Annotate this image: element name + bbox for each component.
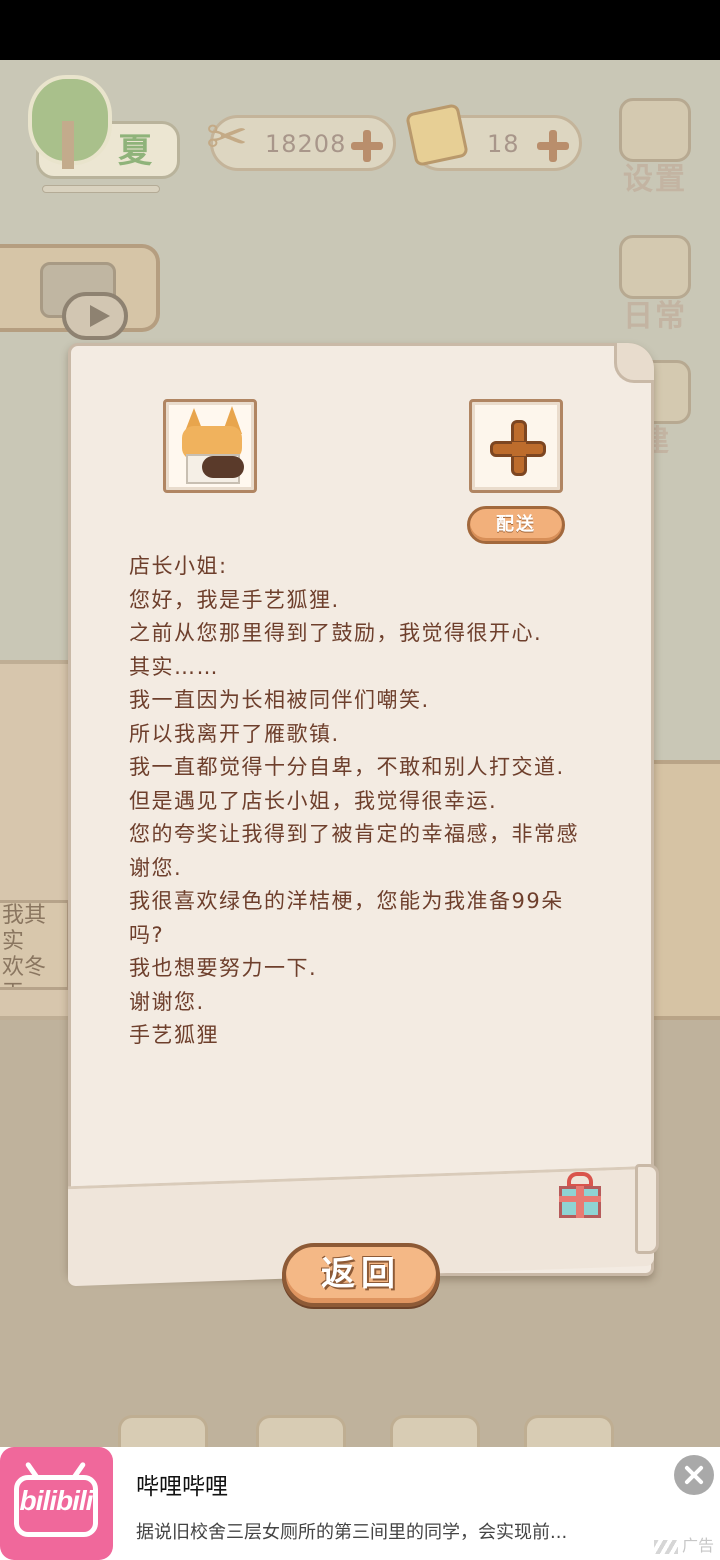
letter-line: 谢谢您. (129, 989, 205, 1014)
letter-line: 吗? (129, 922, 165, 947)
letter-line: 其实…… (129, 654, 219, 679)
gift-icon[interactable] (555, 1172, 605, 1220)
letter-line: 我很喜欢绿色的洋桔梗，您能为我准备99朵 (129, 889, 564, 913)
gear-icon (619, 98, 691, 162)
fish-count: 18208 (265, 130, 347, 158)
bottom-icon-2[interactable] (256, 1415, 346, 1447)
notepad-icon (619, 235, 691, 299)
ad-banner[interactable]: bilibili 哔哩哔哩 据说旧校舍三层女厕所的第三间里的同学，会实现前...… (0, 1447, 720, 1560)
bilibili-logo[interactable]: bilibili (0, 1447, 113, 1560)
background-sign: 我其实 欢冬天 冷了 (0, 900, 70, 990)
back-button[interactable]: 返回 (282, 1243, 440, 1307)
letter-line: 我一直因为长相被同伴们嘲笑. (129, 688, 430, 712)
bottom-icon-3[interactable] (390, 1415, 480, 1447)
settings-button[interactable]: 设置 (614, 98, 696, 197)
logo-text: bilibili (19, 1485, 94, 1516)
daily-button[interactable]: 日常 (614, 235, 696, 334)
add-item-slot[interactable] (469, 399, 563, 493)
ad-label: 广告 (681, 1536, 714, 1555)
letter-line: 我也想要努力一下. (129, 956, 318, 980)
letter-line: 店长小姐: (129, 554, 228, 578)
letter-dialog: 配送 店长小姐: 您好，我是手艺狐狸. 之前从您那里得到了鼓励，我觉得很开心. … (68, 343, 659, 1287)
ad-watermark (654, 1540, 678, 1554)
letter-line: 您好，我是手艺狐狸. (129, 587, 340, 612)
fish-bone-icon: ✂ (206, 108, 248, 166)
letter-line: 所以我离开了雁歌镇. (129, 721, 340, 746)
daily-label: 日常 (623, 299, 687, 334)
settings-label: 设置 (623, 162, 687, 197)
letter-line: 您的夸奖让我得到了被肯定的幸福感，非常感 (129, 822, 579, 846)
letter-line: 之前从您那里得到了鼓励，我觉得很开心. (129, 621, 543, 645)
letter-line: 谢您. (129, 855, 183, 880)
gift-ribbon-vertical (576, 1186, 584, 1218)
letter-right-curl (635, 1164, 659, 1254)
fox-avatar (163, 399, 257, 493)
gift-ribbon-horizontal (559, 1196, 601, 1202)
letter-line: 我一直都觉得十分自卑，不敢和别人打交道. (129, 755, 565, 779)
bottom-icon-1[interactable] (118, 1415, 208, 1447)
tree-trunk (62, 121, 74, 169)
cheese-count: 18 (487, 130, 520, 158)
add-cheese-button[interactable] (537, 130, 569, 162)
video-play-button[interactable] (62, 292, 128, 340)
letter-signature: 手艺狐狸 (129, 1023, 219, 1047)
deliver-button[interactable]: 配送 (467, 506, 565, 544)
bottom-icon-4[interactable] (524, 1415, 614, 1447)
cheese-icon (404, 102, 470, 168)
ad-description[interactable]: 据说旧校舍三层女厕所的第三间里的同学，会实现前... (136, 1518, 616, 1544)
ad-title[interactable]: 哔哩哔哩 (136, 1467, 228, 1501)
season-indicator[interactable]: 夏 (22, 75, 180, 195)
season-progress-bar (42, 185, 160, 193)
fox-tail (202, 456, 244, 478)
close-icon[interactable] (674, 1455, 714, 1495)
season-label: 夏 (118, 131, 152, 171)
add-fish-button[interactable] (351, 130, 383, 162)
letter-line: 但是遇见了店长小姐，我觉得很幸运. (129, 788, 498, 813)
status-bar (0, 0, 720, 60)
plus-icon-center (512, 442, 526, 456)
letter-text: 店长小姐: 您好，我是手艺狐狸. 之前从您那里得到了鼓励，我觉得很开心. 其实…… (129, 550, 609, 1053)
